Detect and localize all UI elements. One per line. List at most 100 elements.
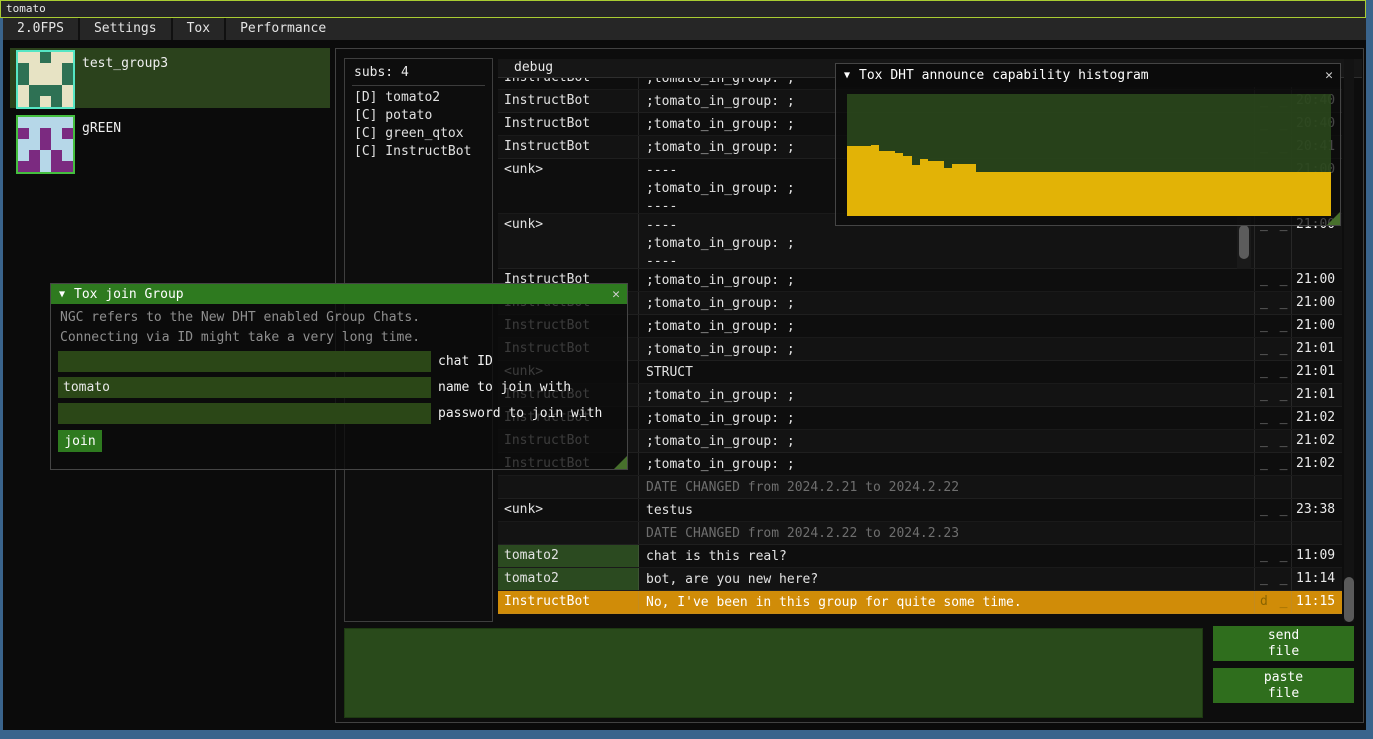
chat-name-cell: <unk> [498, 159, 639, 213]
avatar-pixel [29, 139, 40, 150]
chat-status-cell: d _ [1255, 591, 1292, 613]
subs-member-item[interactable]: [C] green_qtox [345, 126, 492, 144]
collapse-arrow-icon[interactable]: ▼ [844, 70, 850, 81]
group-item-gREEN[interactable]: gREEN [10, 113, 330, 173]
histogram-bar [992, 172, 1000, 216]
join-field-label: chat ID [438, 354, 493, 369]
chat-row[interactable]: InstructBotNo, I've been in this group f… [498, 591, 1342, 614]
resize-grip-icon[interactable] [614, 456, 627, 469]
chat-name-cell: InstructBot [498, 591, 639, 613]
chat-message-cell: ;tomato_in_group: ; [639, 315, 1255, 337]
avatar-pixel [40, 117, 51, 128]
close-icon[interactable]: ✕ [1325, 68, 1333, 83]
join-button[interactable]: join [58, 430, 102, 452]
chat-message-cell: DATE CHANGED from 2024.2.22 to 2024.2.23 [639, 522, 1255, 544]
histogram-bar [1153, 172, 1161, 216]
avatar-pixel [62, 117, 73, 128]
chat-row[interactable]: DATE CHANGED from 2024.2.21 to 2024.2.22 [498, 476, 1342, 499]
paste-file-button[interactable]: paste file [1213, 668, 1354, 703]
join-group-titlebar[interactable]: ▼ Tox join Group ✕ [51, 284, 627, 304]
chat-name-cell: <unk> [498, 214, 639, 268]
avatar-pixel [18, 128, 29, 139]
chat-status-cell: _ _ [1255, 361, 1292, 383]
chat-name-cell: InstructBot [498, 90, 639, 112]
histogram-bar [1194, 172, 1202, 216]
histogram-bar [1057, 172, 1065, 216]
chat-scrollbar[interactable] [1344, 59, 1354, 622]
window-title: tomato [6, 2, 46, 15]
histogram-bar [1073, 172, 1081, 216]
histogram-bar [944, 168, 952, 216]
resize-grip-icon[interactable] [1327, 212, 1340, 225]
chat-time-cell: 21:02 [1292, 453, 1341, 475]
group-name-label: test_group3 [82, 56, 168, 71]
chat-row[interactable]: tomato2bot, are you new here?_ _11:14 [498, 568, 1342, 591]
window-titlebar[interactable]: tomato [0, 0, 1366, 18]
histogram-bar [1041, 172, 1049, 216]
subs-member-item[interactable]: [C] InstructBot [345, 144, 492, 162]
chat-time-cell: 11:09 [1292, 545, 1341, 567]
menu-item-tox[interactable]: Tox [173, 18, 224, 40]
join-field-name-to-join-with[interactable] [58, 377, 431, 398]
fps-counter: 2.0FPS [3, 18, 78, 40]
avatar-pixel [29, 96, 40, 107]
avatar-pixel [40, 52, 51, 63]
join-field-chat-ID[interactable] [58, 351, 431, 372]
histogram-bar [1250, 172, 1258, 216]
ngc-description-line2: Connecting via ID might take a very long… [60, 330, 420, 345]
histogram-bar [895, 153, 903, 216]
histogram-bar [1178, 172, 1186, 216]
histogram-bar [847, 146, 855, 216]
send-file-button[interactable]: send file [1213, 626, 1354, 661]
chat-name-cell: tomato2 [498, 568, 639, 590]
avatar-pixel [18, 139, 29, 150]
subs-member-item[interactable]: [C] potato [345, 108, 492, 126]
menu-item-settings[interactable]: Settings [80, 18, 171, 40]
chat-message-cell: bot, are you new here? [639, 568, 1255, 590]
subs-member-item[interactable]: [D] tomato2 [345, 90, 492, 108]
join-field-password-to-join-with[interactable] [58, 403, 431, 424]
dht-histogram-titlebar[interactable]: ▼ Tox DHT announce capability histogram … [836, 64, 1340, 87]
avatar-pixel [40, 85, 51, 96]
histogram-bar [1161, 172, 1169, 216]
dht-histogram-window[interactable]: ▼ Tox DHT announce capability histogram … [835, 63, 1341, 226]
histogram-bar [1290, 172, 1298, 216]
dht-histogram-plot [847, 94, 1331, 216]
chat-time-cell: 23:38 [1292, 499, 1341, 521]
avatar-pixel [62, 150, 73, 161]
avatar-pixel [29, 117, 40, 128]
histogram-bar [1226, 172, 1234, 216]
avatar-pixel [62, 161, 73, 172]
avatar-pixel [51, 161, 62, 172]
avatar-pixel [62, 96, 73, 107]
avatar-pixel [51, 63, 62, 74]
histogram-bar [920, 159, 928, 216]
chat-scrollbar-handle[interactable] [1344, 577, 1354, 622]
menu-item-performance[interactable]: Performance [226, 18, 340, 40]
avatar-pixel [18, 74, 29, 85]
histogram-bar [1129, 172, 1137, 216]
collapse-arrow-icon[interactable]: ▼ [59, 289, 65, 300]
message-input[interactable] [344, 628, 1203, 718]
avatar-pixel [62, 74, 73, 85]
close-icon[interactable]: ✕ [612, 287, 620, 302]
chat-row[interactable]: DATE CHANGED from 2024.2.22 to 2024.2.23 [498, 522, 1342, 545]
chat-status-cell: _ _ [1255, 292, 1292, 314]
message-cell-scrollbar-handle[interactable] [1239, 225, 1249, 259]
join-group-dialog[interactable]: ▼ Tox join Group ✕ NGC refers to the New… [50, 283, 628, 470]
chat-message-cell: ;tomato_in_group: ; [639, 430, 1255, 452]
histogram-bar [863, 146, 871, 216]
histogram-bar [1307, 172, 1315, 216]
chat-row[interactable]: tomato2chat is this real?_ _11:09 [498, 545, 1342, 568]
chat-message-cell: ;tomato_in_group: ; [639, 453, 1255, 475]
chat-message-cell: testus [639, 499, 1255, 521]
histogram-bar [1186, 172, 1194, 216]
histogram-bar [1089, 172, 1097, 216]
avatar-pixel [62, 52, 73, 63]
histogram-bar [1234, 172, 1242, 216]
group-item-test_group3[interactable]: test_group3 [10, 48, 330, 108]
avatar-pixel [51, 52, 62, 63]
avatar-pixel [18, 117, 29, 128]
chat-row[interactable]: <unk>testus_ _23:38 [498, 499, 1342, 522]
chat-time-cell: 21:02 [1292, 430, 1341, 452]
